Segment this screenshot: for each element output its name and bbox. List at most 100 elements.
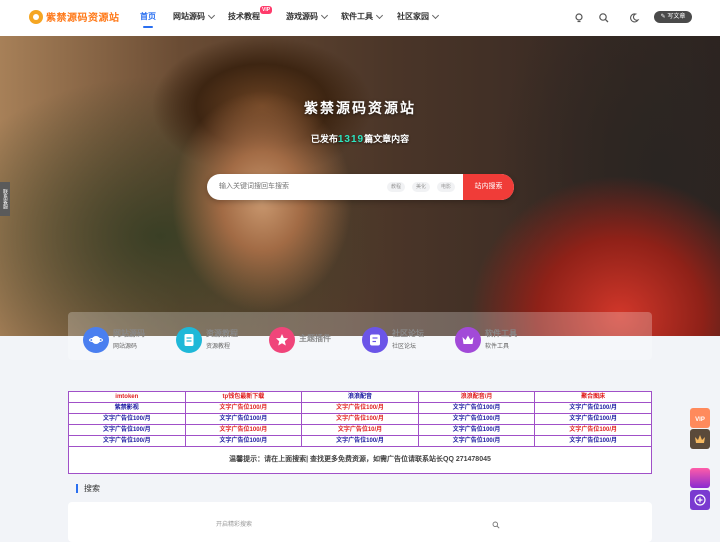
crown-icon[interactable] <box>690 429 710 449</box>
category-title: 主题插件 <box>299 333 331 343</box>
ad-row: imtoken tp钱包最新下载 浪浪配音 浪浪配音/月 聚合图床 <box>68 391 652 403</box>
category-sub: 社区论坛 <box>392 343 417 350</box>
chevron-down-icon <box>431 11 440 19</box>
search-tag[interactable]: 电影 <box>437 182 456 192</box>
hero-banner: 紫禁源码资源站 已发布1319篇文章内容 教程 美化 电影 站内搜索 <box>0 36 720 336</box>
search-section-box: 开启精彩搜索 <box>68 502 652 542</box>
ad-cell[interactable]: 文字广告位100/月 <box>417 402 536 414</box>
planet-icon <box>83 327 109 353</box>
ad-cell[interactable]: tp钱包最新下载 <box>184 391 303 403</box>
ad-notice: 温馨提示：请在上面搜索| 查找更多免费资源，如需广告位请联系站长QQ 27147… <box>68 446 652 474</box>
write-article-label: 写文章 <box>667 14 686 20</box>
tips-icon[interactable] <box>573 12 585 24</box>
file-icon <box>176 327 202 353</box>
main-nav: 首页 网站源码 技术教程 VIP 游戏源码 软件工具 社区家园 <box>140 6 447 28</box>
ad-cell[interactable]: 文字广告位100/月 <box>301 402 419 414</box>
ad-cell[interactable]: 文字广告位100/月 <box>301 413 419 425</box>
category-title: 网站源码 <box>113 328 145 338</box>
ad-cell[interactable]: 紫禁影视 <box>68 402 186 414</box>
ad-cell[interactable]: 文字广告位100/月 <box>184 402 303 414</box>
search-icon[interactable] <box>492 521 500 529</box>
ad-cell[interactable]: 浪浪配音/月 <box>417 391 536 403</box>
nav-community[interactable]: 社区家园 <box>397 11 447 22</box>
ad-cell[interactable]: 文字广告位100/月 <box>68 413 186 425</box>
category-forum[interactable]: 社区论坛 社区论坛 <box>362 327 424 353</box>
chevron-down-icon <box>375 11 384 19</box>
ad-cell[interactable]: 文字广告位100/月 <box>68 435 186 447</box>
ad-cell[interactable]: 文字广告位100/月 <box>68 424 186 436</box>
ad-cell[interactable]: 文字广告位100/月 <box>184 424 303 436</box>
plus-circle-icon[interactable] <box>690 490 710 510</box>
search-icon[interactable] <box>598 12 610 24</box>
ad-cell[interactable]: 文字广告位100/月 <box>184 413 303 425</box>
ad-cell[interactable]: 文字广告位100/月 <box>184 435 303 447</box>
nav-software[interactable]: 软件工具 <box>341 11 397 22</box>
hero-search-box: 教程 美化 电影 站内搜索 <box>207 174 514 200</box>
ad-row: 紫禁影视 文字广告位100/月 文字广告位100/月 文字广告位100/月 文字广告位1… <box>68 402 652 414</box>
category-software[interactable]: 软件工具 软件工具 <box>455 327 517 353</box>
chevron-down-icon <box>320 11 329 19</box>
vip-icon[interactable]: VIP <box>690 408 710 428</box>
search-tag[interactable]: 教程 <box>387 182 406 192</box>
ad-row: 文字广告位100/月 文字广告位100/月 文字广告位100/月 文字广告位100/月… <box>68 413 652 425</box>
star-icon <box>269 327 295 353</box>
ad-cell[interactable]: imtoken <box>68 391 186 403</box>
ad-row: 文字广告位100/月 文字广告位100/月 文字广告位10/月 文字广告位100/月文… <box>68 424 652 436</box>
category-tutorials[interactable]: 资源教程 资源教程 <box>176 327 238 353</box>
nav-site-source-label: 网站源码 <box>173 12 205 21</box>
post-count: 1319 <box>337 134 365 145</box>
category-title: 社区论坛 <box>392 328 424 338</box>
nav-game-source[interactable]: 游戏源码 <box>286 11 341 22</box>
forum-icon <box>362 327 388 353</box>
ad-cell[interactable]: 聚合图床 <box>534 391 652 403</box>
category-title: 资源教程 <box>206 328 238 338</box>
crown-icon <box>455 327 481 353</box>
nav-game-source-label: 游戏源码 <box>286 12 318 21</box>
category-sub: 资源教程 <box>206 343 231 350</box>
ad-cell[interactable]: 文字广告位100/月 <box>301 435 419 447</box>
nav-software-label: 软件工具 <box>341 12 373 21</box>
category-themes[interactable]: 主题插件 <box>269 327 331 353</box>
hero-title: 紫禁源码资源站 <box>0 98 720 118</box>
write-article-button[interactable]: ✎ 写文章 <box>654 11 692 23</box>
hero-search-input[interactable] <box>219 174 379 200</box>
subtitle-prefix: 已发布 <box>310 134 338 144</box>
ad-cell[interactable]: 文字广告位100/月 <box>534 435 652 447</box>
vip-badge: VIP <box>260 6 273 14</box>
ad-cell[interactable]: 浪浪配音 <box>301 391 419 403</box>
ad-cell[interactable]: 文字广告位100/月 <box>534 413 652 425</box>
category-sub: 网站源码 <box>113 343 138 350</box>
nav-home[interactable]: 首页 <box>140 11 173 28</box>
ad-cell[interactable]: 文字广告位10/月 <box>301 424 419 436</box>
category-site-source[interactable]: 网站源码 网站源码 <box>83 327 145 353</box>
site-search-button[interactable]: 站内搜索 <box>463 174 514 200</box>
banner-icon[interactable] <box>690 468 710 488</box>
search-section-input[interactable]: 开启精彩搜索 <box>216 519 252 528</box>
ad-cell[interactable]: 文字广告位100/月 <box>417 435 536 447</box>
nav-community-label: 社区家园 <box>397 12 429 21</box>
ad-table: imtoken tp钱包最新下载 浪浪配音 浪浪配音/月 聚合图床 紫禁影视 文字广告位10… <box>68 391 652 474</box>
ad-cell[interactable]: 文字广告位100/月 <box>417 413 536 425</box>
logo-icon <box>29 9 43 24</box>
top-bar: 紫禁源码资源站 首页 网站源码 技术教程 VIP 游戏源码 软件工具 社区家园 ✎… <box>0 0 720 37</box>
subtitle-suffix: 篇文章内容 <box>364 134 410 144</box>
ad-row: 文字广告位100/月 文字广告位100/月 文字广告位100/月 文字广告位100/月… <box>68 435 652 447</box>
site-logo[interactable]: 紫禁源码资源站 <box>29 9 120 24</box>
hero-subtitle: 已发布1319篇文章内容 <box>0 132 720 145</box>
chevron-down-icon <box>207 11 216 19</box>
ad-cell[interactable]: 文字广告位100/月 <box>534 424 652 436</box>
svg-text:VIP: VIP <box>695 417 705 423</box>
ad-cell[interactable]: 文字广告位100/月 <box>534 402 652 414</box>
search-tag[interactable]: 美化 <box>412 182 431 192</box>
search-section-title: 搜索 <box>76 484 100 493</box>
category-strip <box>68 312 652 360</box>
moon-icon[interactable] <box>628 12 640 24</box>
nav-site-source[interactable]: 网站源码 <box>173 11 228 22</box>
nav-home-label: 首页 <box>140 12 156 21</box>
logo-text: 紫禁源码资源站 <box>46 13 120 24</box>
ad-cell[interactable]: 文字广告位100/月 <box>417 424 536 436</box>
nav-tutorials-label: 技术教程 <box>228 12 260 21</box>
nav-tutorials[interactable]: 技术教程 VIP <box>228 6 286 22</box>
category-title: 软件工具 <box>485 328 517 338</box>
contact-side-tab[interactable]: 联系客服 <box>0 182 10 216</box>
